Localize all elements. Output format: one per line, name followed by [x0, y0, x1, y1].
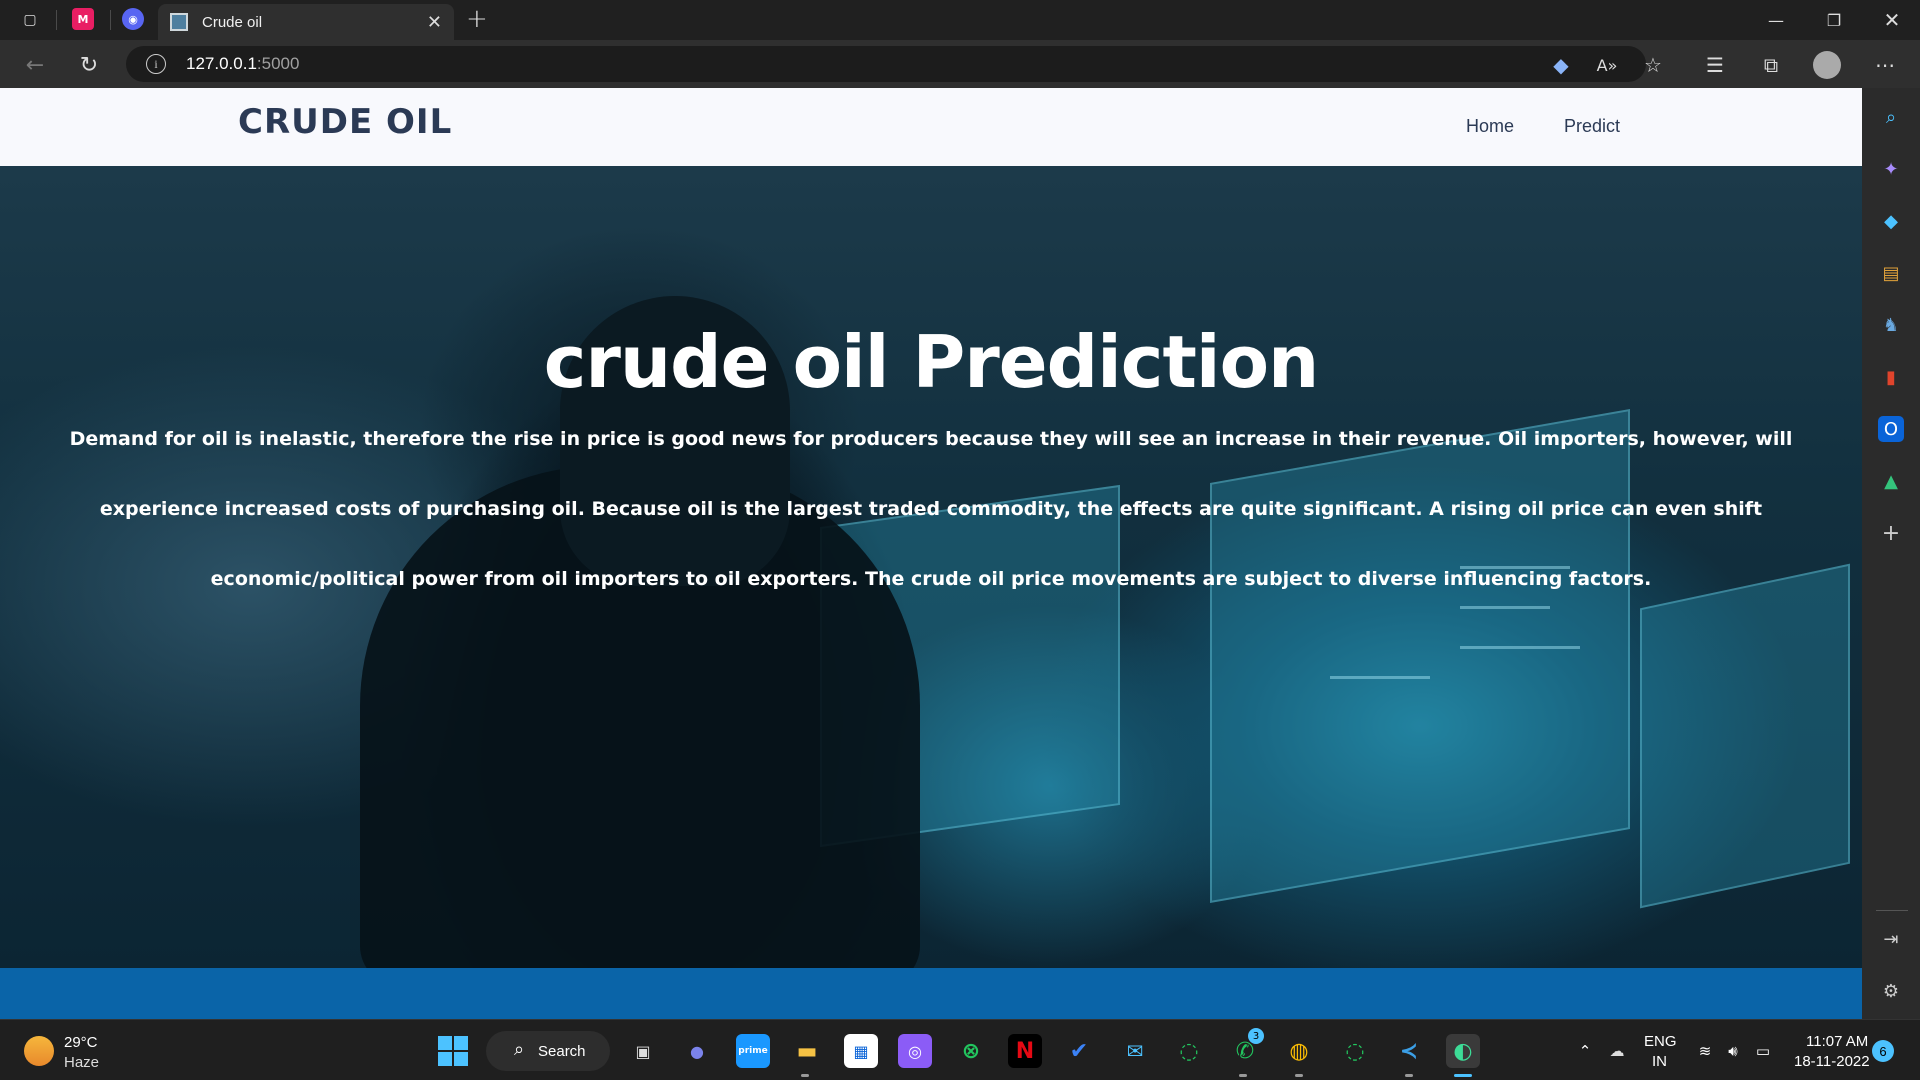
sidebar-settings-icon[interactable]: ⚙ [1878, 978, 1904, 1004]
url-port: :5000 [256, 54, 300, 73]
site-header: CRUDE OIL Home Predict [0, 88, 1862, 166]
tab-crude-oil[interactable]: Crude oil ✕ [158, 4, 454, 40]
clock-time[interactable]: 11:07 AM [1806, 1033, 1868, 1050]
pinned-tab-m-label: M [77, 12, 89, 26]
weather-temperature[interactable]: 29°C [64, 1034, 98, 1051]
edge-sidebar: ⌕ ✦ ◆ ▤ ♞ ▮ O ▲ + ⇥ ⚙ [1862, 88, 1920, 1019]
tab-actions-icon[interactable]: ▢ [18, 8, 42, 32]
taskbar-search[interactable]: ⌕ Search [486, 1031, 610, 1071]
add-favorite-icon[interactable]: ☆ [1638, 50, 1668, 80]
close-window-icon[interactable]: ✕ [1864, 0, 1920, 40]
restore-icon[interactable]: ❐ [1806, 0, 1862, 40]
sidebar-shopping-icon[interactable]: ◆ [1878, 208, 1904, 234]
tab-divider [56, 10, 57, 30]
sidebar-drop-icon[interactable]: ▲ [1878, 468, 1904, 494]
nav-predict-link[interactable]: Predict [1564, 116, 1620, 137]
pinned-tab-discord-icon[interactable]: ◉ [122, 8, 144, 30]
weather-condition[interactable]: Haze [64, 1054, 99, 1071]
site-logo[interactable]: CRUDE OIL [238, 102, 452, 142]
running-indicator [801, 1074, 809, 1077]
sidebar-office-icon[interactable]: ▮ [1878, 364, 1904, 390]
background-monitor [1640, 563, 1850, 909]
nav-home-link[interactable]: Home [1466, 116, 1514, 137]
chrome-icon[interactable]: ◍ [1282, 1034, 1316, 1068]
active-app-indicator [1454, 1074, 1472, 1077]
region-indicator[interactable]: IN [1652, 1053, 1667, 1070]
netflix-icon[interactable]: N [1008, 1034, 1042, 1068]
favorites-icon[interactable]: ☰ [1700, 50, 1730, 80]
sidebar-hide-icon[interactable]: ⇥ [1878, 926, 1904, 952]
minimize-icon[interactable]: — [1748, 0, 1804, 40]
url-host: 127.0.0.1 [186, 54, 257, 73]
sidebar-divider [1876, 910, 1908, 911]
read-aloud-icon[interactable]: A» [1592, 50, 1622, 80]
site-info-icon[interactable]: i [146, 54, 166, 74]
more-options-icon[interactable]: ⋯ [1870, 50, 1900, 80]
weather-haze-icon[interactable] [24, 1036, 54, 1066]
language-indicator[interactable]: ENG [1644, 1033, 1677, 1050]
teams-chat-icon[interactable]: ● [680, 1034, 714, 1068]
profile-avatar-icon[interactable] [1812, 50, 1842, 80]
windows-taskbar: 29°C Haze ⌕ Search ▣ ● prime ▬ ▦ ◎ ⊗ N ✔… [0, 1019, 1920, 1080]
tab-title: Crude oil [202, 13, 263, 31]
tab-favicon-icon [170, 13, 188, 31]
new-tab-icon[interactable]: + [466, 4, 488, 34]
clock-date[interactable]: 18-11-2022 [1794, 1053, 1870, 1070]
pinned-tab-m[interactable]: M [72, 8, 94, 30]
running-indicator [1295, 1074, 1303, 1077]
hero-description: Demand for oil is inelastic, therefore t… [69, 428, 1793, 590]
page-footer-bar [0, 968, 1862, 1019]
vscode-icon[interactable]: ≺ [1392, 1034, 1426, 1068]
onedrive-cloud-icon[interactable]: ☁ [1606, 1040, 1628, 1062]
tab-close-icon[interactable]: ✕ [427, 12, 442, 33]
search-icon: ⌕ [514, 1039, 525, 1060]
file-explorer-icon[interactable]: ▬ [790, 1034, 824, 1068]
todo-icon[interactable]: ✔ [1062, 1034, 1096, 1068]
tab-divider [110, 10, 111, 30]
collections-icon[interactable]: ⧉ [1756, 50, 1786, 80]
photos-icon[interactable]: ◎ [898, 1034, 932, 1068]
mail-icon[interactable]: ✉ [1118, 1034, 1152, 1068]
sidebar-copilot-icon[interactable]: ✦ [1878, 156, 1904, 182]
sidebar-outlook-icon[interactable]: O [1878, 416, 1904, 442]
address-bar-row: ← ↻ i 127.0.0.1:5000 [0, 40, 1920, 88]
running-indicator [1405, 1074, 1413, 1077]
start-button[interactable] [438, 1036, 468, 1066]
show-hidden-icons-chevron-icon[interactable]: ⌃ [1574, 1040, 1596, 1062]
back-icon[interactable]: ← [20, 50, 50, 80]
coupon-tag-icon[interactable]: ◆ [1546, 50, 1576, 80]
app-ring-icon[interactable]: ◌ [1338, 1034, 1372, 1068]
whatsapp-badge: 3 [1248, 1028, 1264, 1044]
battery-icon[interactable]: ▭ [1752, 1040, 1774, 1062]
url-text[interactable]: 127.0.0.1:5000 [186, 54, 299, 74]
hero-title: crude oil Prediction [543, 320, 1320, 404]
edge-icon[interactable]: ◐ [1446, 1034, 1480, 1068]
prime-video-icon[interactable]: prime [736, 1034, 770, 1068]
web-page: CRUDE OIL Home Predict crude oil Predict… [0, 88, 1862, 1019]
task-view-icon[interactable]: ▣ [626, 1034, 660, 1068]
wifi-icon[interactable]: ≋ [1694, 1040, 1716, 1062]
microsoft-store-icon[interactable]: ▦ [844, 1034, 878, 1068]
notification-count[interactable]: 6 [1872, 1040, 1894, 1062]
sidebar-add-icon[interactable]: + [1878, 520, 1904, 546]
sidebar-tools-icon[interactable]: ▤ [1878, 260, 1904, 286]
refresh-icon[interactable]: ↻ [74, 50, 104, 80]
address-bar[interactable]: i 127.0.0.1:5000 [126, 46, 1646, 82]
browser-tab-bar: ▢ M ◉ Crude oil ✕ + — ❐ ✕ [0, 0, 1920, 40]
running-indicator [1239, 1074, 1247, 1077]
xbox-icon[interactable]: ⊗ [954, 1034, 988, 1068]
refresh-app-icon[interactable]: ◌ [1172, 1034, 1206, 1068]
taskbar-search-label: Search [538, 1042, 586, 1060]
sidebar-search-icon[interactable]: ⌕ [1878, 104, 1904, 130]
hero-banner: crude oil Prediction Demand for oil is i… [0, 166, 1862, 968]
volume-icon[interactable]: 🔊︎ [1722, 1040, 1744, 1062]
background-screen-line [1460, 646, 1580, 649]
sidebar-games-icon[interactable]: ♞ [1878, 312, 1904, 338]
background-screen-line [1330, 676, 1430, 679]
